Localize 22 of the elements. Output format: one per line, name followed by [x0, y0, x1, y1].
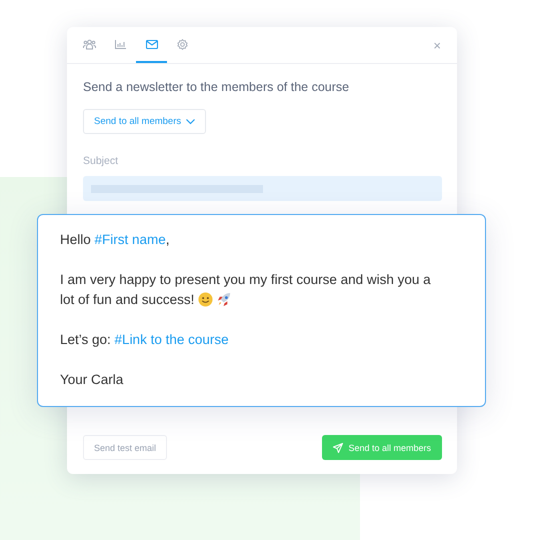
send-icon [333, 442, 344, 452]
message-paragraph: Your Carla [60, 371, 124, 389]
smiling-face-icon [198, 292, 214, 307]
subject-field[interactable] [83, 176, 442, 201]
panel-heading: Send a newsletter to the members of the course [83, 80, 350, 94]
audience-dropdown[interactable]: Send to all members [83, 109, 206, 134]
settings-icon [177, 38, 188, 50]
close-button[interactable]: × [429, 27, 445, 63]
message-paragraph: I am very happy to present you my first course and wish you a lot of fun and success! [60, 271, 432, 309]
message-editor[interactable]: Hello #First name, I am very happy to present you my first course and wish you a lot of fun and success! Let’s go: #Link to the course Your Carla [37, 214, 486, 407]
people-icon [83, 38, 96, 50]
send-button[interactable]: Send to all members [322, 435, 442, 460]
variable-tag[interactable]: #Link to the course [114, 332, 229, 347]
subject-label: Subject [83, 155, 120, 167]
variable-tag[interactable]: #First name [94, 232, 166, 247]
rocket-icon [217, 292, 232, 307]
send-test-email-button[interactable]: Send test email [83, 435, 168, 460]
message-paragraph: Hello #First name, [60, 231, 171, 249]
bar-chart-icon [115, 40, 126, 48]
message-paragraph: Let’s go: #Link to the course [60, 331, 230, 349]
mail-icon [146, 40, 158, 48]
chevron-down-icon [186, 118, 196, 124]
